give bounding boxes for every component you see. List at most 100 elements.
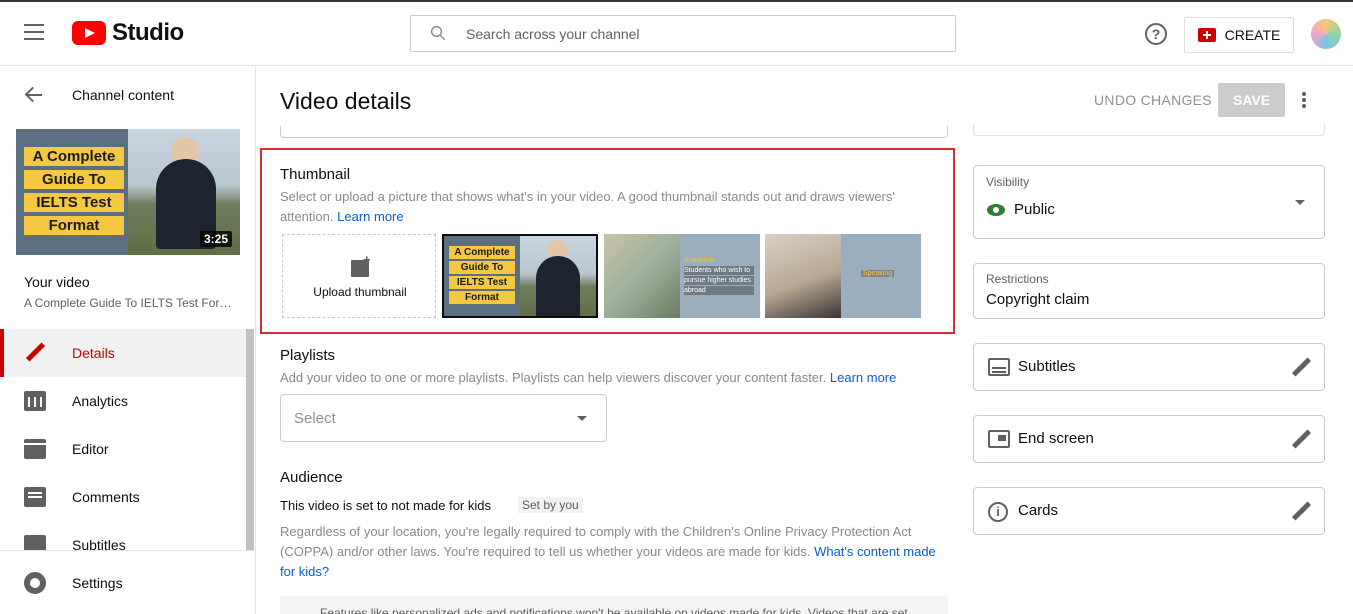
search-icon	[430, 25, 446, 41]
description-field-edge	[280, 126, 948, 138]
upload-thumbnail-label: Upload thumbnail	[313, 285, 407, 299]
end-screen-panel[interactable]: End screen	[973, 415, 1325, 463]
sidebar-item-label: Editor	[72, 441, 109, 457]
sidebar-item-details[interactable]: Details	[0, 329, 246, 377]
thumbnail-line: Format	[449, 291, 515, 304]
thumbnail-section: Thumbnail Select or upload a picture tha…	[260, 148, 955, 334]
sidebar-item-label: Analytics	[72, 393, 129, 409]
thumbnail-line: Format	[24, 216, 124, 235]
select-label: Select	[294, 410, 336, 427]
thumbnail-title-overlay: A Complete Guide To IELTS Test Format	[24, 147, 124, 239]
logo-text: Studio	[112, 19, 184, 46]
thumbnail-photo	[604, 234, 680, 318]
pencil-icon[interactable]	[1292, 358, 1310, 376]
hamburger-menu-icon[interactable]	[24, 24, 48, 42]
create-button[interactable]: CREATE	[1184, 17, 1294, 53]
add-image-icon	[351, 252, 371, 277]
main-content: Video details UNDO CHANGES SAVE Thumbnai…	[256, 66, 1353, 614]
subtitles-panel[interactable]: Subtitles	[973, 343, 1325, 391]
thumbnail-title-overlay: A Complete Guide To IELTS Test Format	[449, 246, 515, 306]
thumbnail-caption-line: pursue higher studies	[684, 276, 754, 285]
kids-notice-text: Features like personalized ads and notif…	[320, 606, 908, 614]
playlist-select[interactable]: Select	[280, 394, 607, 442]
thumbnail-line: A Complete	[449, 246, 515, 259]
more-options-icon[interactable]	[1302, 91, 1306, 109]
end-screen-icon	[988, 430, 1010, 448]
video-title: A Complete Guide To IELTS Test Format	[24, 296, 234, 310]
restrictions-label: Restrictions	[986, 272, 1049, 286]
end-screen-label: End screen	[1018, 430, 1094, 447]
sidebar-item-label: Details	[72, 345, 115, 361]
top-bar: Studio ? CREATE	[0, 0, 1353, 66]
create-video-icon	[1197, 28, 1216, 42]
thumbnail-option-1[interactable]: A Complete Guide To IELTS Test Format	[442, 234, 598, 318]
cards-panel[interactable]: i Cards	[973, 487, 1325, 535]
duration-badge: 3:25	[199, 231, 232, 247]
page-title: Video details	[280, 88, 412, 114]
save-button[interactable]: SAVE	[1218, 83, 1285, 117]
comments-icon	[24, 487, 46, 507]
thumbnail-caption-line: abroad	[684, 286, 754, 295]
video-preview-edge	[973, 124, 1325, 136]
kids-notice-box: Features like personalized ads and notif…	[280, 596, 948, 614]
search-bar[interactable]	[410, 15, 956, 52]
back-arrow-icon[interactable]	[24, 85, 44, 105]
visibility-dropdown[interactable]: Visibility Public	[973, 165, 1325, 239]
chevron-down-icon	[1295, 200, 1305, 205]
playlists-desc-text: Add your video to one or more playlists.…	[280, 370, 827, 385]
youtube-play-icon	[72, 21, 106, 45]
upload-thumbnail-button[interactable]: Upload thumbnail	[282, 234, 436, 318]
thumbnail-description: Select or upload a picture that shows wh…	[280, 187, 920, 227]
set-by-you-badge: Set by you	[518, 497, 583, 513]
your-video-label: Your video	[24, 274, 90, 290]
learn-more-link[interactable]: Learn more	[337, 209, 403, 224]
thumbnail-heading: Speaking	[861, 270, 895, 277]
thumbnail-heading: Academic	[684, 257, 715, 264]
settings-label: Settings	[72, 574, 123, 591]
pencil-icon[interactable]	[1292, 502, 1310, 520]
avatar[interactable]	[1311, 19, 1341, 49]
pencil-icon[interactable]	[1292, 430, 1310, 448]
sidebar-item-analytics[interactable]: Analytics	[0, 377, 246, 425]
video-thumbnail[interactable]: A Complete Guide To IELTS Test Format 3:…	[16, 129, 240, 255]
sidebar: Channel content A Complete Guide To IELT…	[0, 66, 256, 614]
audience-description: Regardless of your location, you're lega…	[280, 522, 936, 582]
search-input[interactable]	[466, 22, 926, 46]
help-icon[interactable]: ?	[1145, 23, 1167, 45]
thumbnail-caption: Academic Students who wish to pursue hig…	[684, 256, 754, 295]
thumbnail-line: Guide To	[24, 170, 124, 189]
analytics-icon	[24, 391, 46, 411]
back-to-channel-content[interactable]: Channel content	[24, 85, 174, 105]
restrictions-field[interactable]: Restrictions Copyright claim	[973, 263, 1325, 319]
sidebar-item-comments[interactable]: Comments	[0, 473, 246, 521]
thumbnail-line: Guide To	[449, 261, 515, 274]
sidebar-scrollbar[interactable]	[246, 329, 254, 569]
gear-icon	[24, 571, 46, 594]
chevron-down-icon	[577, 416, 587, 421]
back-label: Channel content	[72, 87, 174, 103]
subtitles-label: Subtitles	[1018, 358, 1076, 375]
thumbnail-line: IELTS Test	[24, 193, 124, 212]
eye-icon	[987, 204, 1005, 216]
thumbnail-person	[536, 256, 580, 316]
sidebar-item-settings[interactable]: Settings	[0, 550, 255, 614]
undo-changes-button[interactable]: UNDO CHANGES	[1094, 92, 1212, 108]
studio-logo[interactable]: Studio	[72, 19, 184, 47]
audience-status: This video is set to not made for kids	[280, 498, 491, 513]
subtitles-icon	[988, 358, 1010, 376]
playlists-title: Playlists	[280, 347, 336, 364]
thumbnail-line: IELTS Test	[449, 276, 515, 289]
thumbnail-caption-line: Students who wish to	[684, 266, 754, 275]
restrictions-value: Copyright claim	[986, 291, 1090, 308]
visibility-value: Public	[1014, 201, 1055, 218]
visibility-label: Visibility	[986, 175, 1030, 189]
thumbnail-line: A Complete	[24, 147, 124, 166]
cards-label: Cards	[1018, 502, 1059, 519]
learn-more-link[interactable]: Learn more	[830, 370, 896, 385]
editor-icon	[24, 439, 46, 459]
thumbnail-option-3[interactable]: Speaking	[765, 234, 921, 318]
thumbnail-photo	[765, 234, 841, 318]
sidebar-item-label: Comments	[72, 489, 140, 505]
thumbnail-option-2[interactable]: Academic Students who wish to pursue hig…	[604, 234, 760, 318]
sidebar-item-editor[interactable]: Editor	[0, 425, 246, 473]
